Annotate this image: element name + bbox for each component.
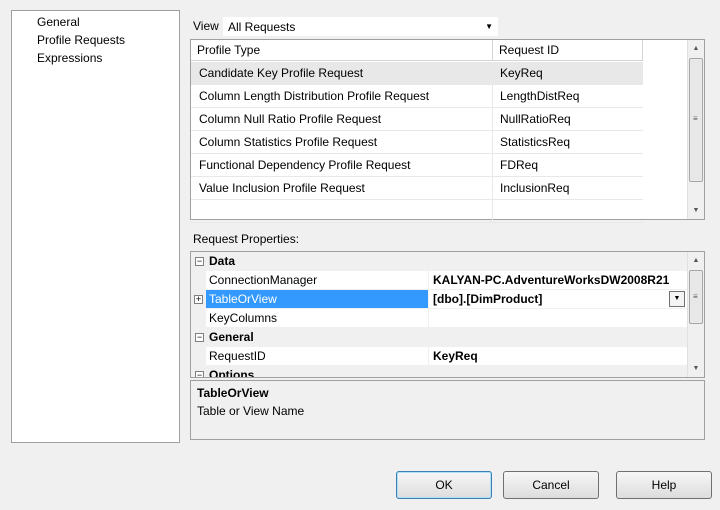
column-header-profile-type[interactable]: Profile Type — [191, 40, 493, 61]
scrollbar-thumb[interactable]: ≡ — [689, 58, 703, 182]
scroll-up-icon[interactable]: ▲ — [688, 40, 704, 57]
request-id-cell: StatisticsReq — [493, 131, 643, 154]
property-value[interactable]: KeyReq — [429, 347, 688, 366]
scrollbar-thumb[interactable]: ≡ — [689, 270, 703, 324]
column-header-request-id[interactable]: Request ID — [493, 40, 643, 61]
collapse-icon[interactable]: − — [195, 371, 204, 377]
description-title: TableOrView — [197, 386, 269, 400]
property-description-panel: TableOrView Table or View Name — [190, 380, 705, 440]
property-value-text: [dbo].[DimProduct] — [433, 292, 543, 306]
scroll-up-icon[interactable]: ▲ — [688, 252, 704, 269]
table-row[interactable]: Value Inclusion Profile Request Inclusio… — [191, 177, 643, 200]
property-value[interactable] — [429, 309, 688, 328]
request-id-cell-empty — [493, 200, 643, 223]
profile-type-cell: Candidate Key Profile Request — [191, 62, 493, 85]
property-row-table-or-view[interactable]: + TableOrView [dbo].[DimProduct] ▼ — [191, 290, 688, 309]
profile-type-cell: Value Inclusion Profile Request — [191, 177, 493, 200]
profile-type-cell-empty — [191, 200, 493, 223]
category-data[interactable]: − Data — [191, 252, 688, 271]
request-id-cell: KeyReq — [493, 62, 643, 85]
property-name: ConnectionManager — [206, 271, 429, 290]
page-navigation-list: General Profile Requests Expressions — [11, 10, 180, 443]
category-label: General — [209, 330, 254, 344]
expand-icon[interactable]: + — [194, 295, 203, 304]
profile-type-cell: Functional Dependency Profile Request — [191, 154, 493, 177]
help-button[interactable]: Help — [616, 471, 712, 499]
view-selected-value: All Requests — [228, 20, 296, 34]
view-dropdown[interactable]: All Requests ▼ — [222, 16, 499, 37]
table-row[interactable]: Functional Dependency Profile Request FD… — [191, 154, 643, 177]
category-general[interactable]: − General — [191, 328, 688, 347]
table-row[interactable]: Column Statistics Profile Request Statis… — [191, 131, 643, 154]
profile-requests-table: Profile Type Request ID Candidate Key Pr… — [190, 39, 705, 223]
property-gutter — [191, 271, 206, 290]
scroll-down-icon[interactable]: ▼ — [688, 202, 704, 219]
table-row-new[interactable] — [191, 200, 643, 223]
nav-item-expressions[interactable]: Expressions — [37, 50, 102, 66]
ok-button[interactable]: OK — [396, 471, 492, 499]
property-row-connection-manager[interactable]: ConnectionManager KALYAN-PC.AdventureWor… — [191, 271, 688, 290]
view-label: View — [193, 19, 219, 33]
category-label: Options — [209, 368, 255, 378]
property-gutter — [191, 309, 206, 328]
dropdown-arrow-icon[interactable]: ▼ — [669, 291, 685, 307]
property-grid-scrollbar[interactable]: ▲ ≡ ▼ — [687, 252, 704, 377]
collapse-icon[interactable]: − — [195, 333, 204, 342]
property-name: TableOrView — [206, 290, 429, 309]
profile-type-cell: Column Null Ratio Profile Request — [191, 108, 493, 131]
category-label: Data — [209, 254, 236, 268]
property-row-request-id[interactable]: RequestID KeyReq — [191, 347, 688, 366]
request-id-cell: InclusionReq — [493, 177, 643, 200]
property-name: RequestID — [206, 347, 429, 366]
profile-type-cell: Column Length Distribution Profile Reque… — [191, 85, 493, 108]
property-row-key-columns[interactable]: KeyColumns — [191, 309, 688, 328]
request-id-cell: NullRatioReq — [493, 108, 643, 131]
property-gutter: + — [191, 290, 206, 309]
category-options[interactable]: − Options — [191, 366, 688, 378]
grip-icon: ≡ — [693, 114, 698, 123]
property-name: KeyColumns — [206, 309, 429, 328]
description-text: Table or View Name — [197, 404, 305, 418]
dropdown-arrow-icon: ▼ — [485, 22, 493, 31]
nav-item-profile-requests[interactable]: Profile Requests — [37, 32, 125, 48]
profile-type-cell: Column Statistics Profile Request — [191, 131, 493, 154]
table-row[interactable]: Candidate Key Profile Request KeyReq — [191, 62, 643, 85]
collapse-icon[interactable]: − — [195, 257, 204, 266]
request-id-cell: LengthDistReq — [493, 85, 643, 108]
grip-icon: ≡ — [693, 292, 698, 301]
property-grid: − Data ConnectionManager KALYAN-PC.Adven… — [190, 251, 705, 378]
nav-item-general[interactable]: General — [37, 14, 80, 30]
request-id-cell: FDReq — [493, 154, 643, 177]
property-gutter — [191, 347, 206, 366]
cancel-button[interactable]: Cancel — [503, 471, 599, 499]
table-row[interactable]: Column Length Distribution Profile Reque… — [191, 85, 643, 108]
table-scrollbar[interactable]: ▲ ≡ ▼ — [687, 40, 704, 219]
property-value[interactable]: KALYAN-PC.AdventureWorksDW2008R21 — [429, 271, 688, 290]
property-value[interactable]: [dbo].[DimProduct] ▼ — [429, 290, 688, 309]
table-row[interactable]: Column Null Ratio Profile Request NullRa… — [191, 108, 643, 131]
scroll-down-icon[interactable]: ▼ — [688, 360, 704, 377]
request-properties-label: Request Properties: — [193, 232, 300, 246]
